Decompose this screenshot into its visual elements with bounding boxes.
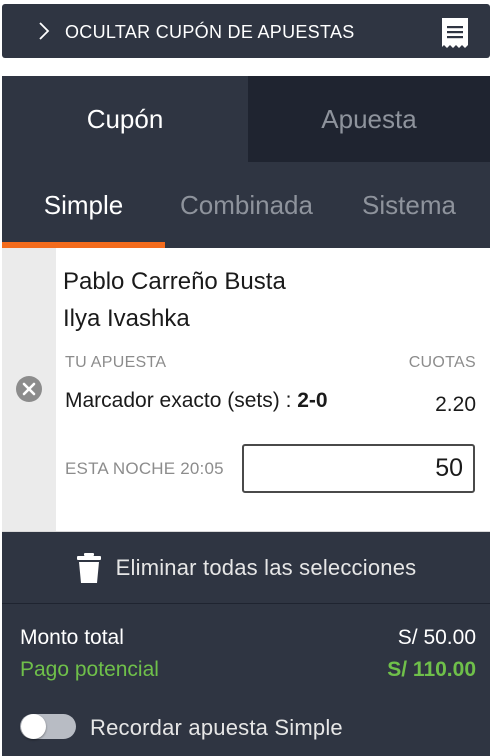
hide-coupon-label: OCULTAR CUPÓN DE APUESTAS [65, 22, 355, 42]
tab-simple[interactable]: Simple [2, 162, 165, 248]
market-pick: 2-0 [297, 389, 328, 412]
stake-input[interactable] [242, 444, 475, 493]
main-tabs: Cupón Apuesta [2, 76, 490, 162]
tab-system[interactable]: Sistema [328, 162, 490, 248]
trash-icon [76, 552, 101, 583]
tab-combined-label: Combinada [180, 189, 313, 220]
close-circle-icon[interactable] [15, 375, 43, 403]
total-amount-label: Monto total [20, 626, 124, 649]
market-description: Marcador exacto (sets) : 2-0 [65, 389, 328, 413]
delete-all-button[interactable]: Eliminar todas las selecciones [2, 532, 490, 604]
delete-all-label: Eliminar todas las selecciones [115, 554, 417, 580]
receipt-icon[interactable] [440, 17, 470, 49]
player-one: Pablo Carreño Busta [63, 268, 286, 295]
hide-coupon-bar[interactable]: OCULTAR CUPÓN DE APUESTAS [2, 4, 490, 58]
odds-label: CUOTAS [408, 354, 476, 371]
toggle-knob [21, 714, 46, 739]
market-name: Marcador exacto (sets) : [65, 389, 298, 412]
remember-bet-toggle[interactable] [20, 714, 76, 739]
tab-bet-label: Apuesta [321, 103, 417, 134]
tab-coupon[interactable]: Cupón [2, 76, 248, 162]
tab-bet[interactable]: Apuesta [248, 76, 490, 162]
player-two: Ilya Ivashka [63, 305, 190, 332]
bet-type-tabs: Simple Combinada Sistema [2, 162, 490, 248]
your-bet-label: TU APUESTA [65, 354, 167, 371]
total-amount-value: S/ 50.00 [397, 626, 476, 649]
tab-coupon-label: Cupón [86, 103, 164, 134]
tab-simple-label: Simple [43, 189, 124, 220]
odds-value: 2.20 [435, 393, 476, 416]
potential-payout-label: Pago potencial [20, 658, 159, 681]
tab-combined[interactable]: Combinada [165, 162, 328, 248]
event-time: ESTA NOCHE 20:05 [65, 459, 224, 478]
chevron-right-icon [39, 22, 50, 40]
tab-system-label: Sistema [362, 189, 456, 220]
potential-payout-value: S/ 110.00 [387, 658, 476, 681]
remember-bet-label: Recordar apuesta Simple [90, 715, 343, 740]
